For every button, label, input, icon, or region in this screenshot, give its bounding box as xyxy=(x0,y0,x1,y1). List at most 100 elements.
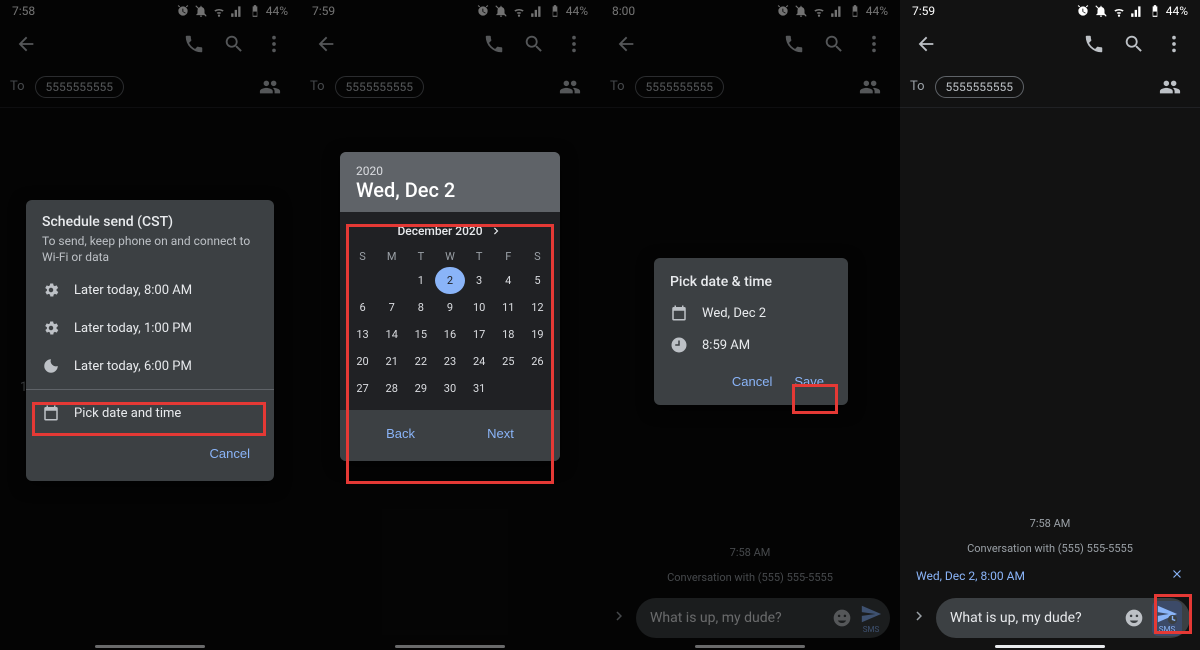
sheet-subtitle: To send, keep phone on and connect to Wi… xyxy=(42,234,258,265)
calendar-day[interactable]: 7 xyxy=(377,294,406,321)
overflow-button[interactable] xyxy=(554,24,594,64)
calendar-day[interactable]: 8 xyxy=(406,294,435,321)
time-row[interactable]: 8:59 AM xyxy=(670,336,832,354)
recipient-chip[interactable]: 5555555555 xyxy=(635,76,724,98)
calendar-day[interactable]: 2 xyxy=(435,267,464,294)
status-bar: 7:59 44% xyxy=(900,0,1200,22)
calendar-day[interactable]: 16 xyxy=(435,321,464,348)
month-header: December 2020 xyxy=(348,224,552,238)
call-button[interactable] xyxy=(474,24,514,64)
calendar-day[interactable]: 18 xyxy=(494,321,523,348)
add-recipient-button[interactable] xyxy=(250,67,290,107)
search-button[interactable] xyxy=(214,24,254,64)
call-button[interactable] xyxy=(1074,24,1114,64)
battery-pct: 44% xyxy=(266,4,288,18)
back-button[interactable]: Back xyxy=(378,420,423,447)
search-button[interactable] xyxy=(514,24,554,64)
pick-datetime-card: Pick date & time Wed, Dec 2 8:59 AM Canc… xyxy=(654,258,848,405)
calendar-day[interactable]: 6 xyxy=(348,294,377,321)
add-recipient-button[interactable] xyxy=(1150,67,1190,107)
date-row[interactable]: Wed, Dec 2 xyxy=(670,304,832,322)
to-label: To xyxy=(910,79,925,94)
next-button[interactable]: Next xyxy=(479,420,522,447)
call-button[interactable] xyxy=(174,24,214,64)
emoji-icon[interactable] xyxy=(832,608,852,628)
battery-pct: 44% xyxy=(566,4,588,18)
back-button[interactable] xyxy=(6,24,46,64)
calendar-day[interactable]: 20 xyxy=(348,348,377,375)
chevron-right-icon[interactable] xyxy=(489,224,503,238)
calendar-day[interactable]: 3 xyxy=(465,267,494,294)
add-recipient-button[interactable] xyxy=(550,67,590,107)
calendar-day[interactable]: 14 xyxy=(377,321,406,348)
calendar-day[interactable]: 21 xyxy=(377,348,406,375)
option-later-6pm[interactable]: Later today, 6:00 PM xyxy=(26,347,274,385)
option-pick-date-time[interactable]: Pick date and time xyxy=(26,394,274,432)
calendar-day[interactable]: 9 xyxy=(435,294,464,321)
recipient-chip[interactable]: 5555555555 xyxy=(335,76,424,98)
calendar-day[interactable]: 23 xyxy=(435,348,464,375)
clock: 8:00 xyxy=(612,4,635,18)
add-recipient-button[interactable] xyxy=(850,67,890,107)
back-button[interactable] xyxy=(606,24,646,64)
wifi-icon xyxy=(812,4,826,18)
search-button[interactable] xyxy=(1114,24,1154,64)
calendar-day[interactable]: 27 xyxy=(348,375,377,402)
calendar-day[interactable]: 24 xyxy=(465,348,494,375)
calendar-day[interactable]: 15 xyxy=(406,321,435,348)
calendar-day[interactable]: 13 xyxy=(348,321,377,348)
date-picker: 2020 Wed, Dec 2 December 2020 SMTWTFS123… xyxy=(340,152,560,461)
calendar-day[interactable]: 26 xyxy=(523,348,552,375)
call-button[interactable] xyxy=(774,24,814,64)
calendar-day[interactable]: 25 xyxy=(494,348,523,375)
day-header: S xyxy=(523,246,552,267)
conversation-area: 7:58 AM Conversation with (555) 555-5555… xyxy=(600,540,900,650)
calendar-day[interactable]: 5 xyxy=(523,267,552,294)
expand-icon[interactable] xyxy=(610,607,628,629)
clear-schedule-button[interactable] xyxy=(1170,567,1184,584)
search-button[interactable] xyxy=(814,24,854,64)
message-input[interactable]: What is up, my dude? SMS xyxy=(936,598,1190,638)
calendar-day[interactable]: 11 xyxy=(494,294,523,321)
send-icon xyxy=(860,603,882,625)
calendar-day xyxy=(523,375,552,402)
cancel-button[interactable]: Cancel xyxy=(202,440,258,467)
clock: 7:58 xyxy=(12,4,35,18)
recipient-chip[interactable]: 5555555555 xyxy=(35,76,124,98)
calendar-day[interactable]: 30 xyxy=(435,375,464,402)
overflow-button[interactable] xyxy=(854,24,894,64)
option-later-8am[interactable]: Later today, 8:00 AM xyxy=(26,271,274,309)
calendar-day[interactable]: 12 xyxy=(523,294,552,321)
calendar-day[interactable]: 28 xyxy=(377,375,406,402)
moon-icon xyxy=(42,357,60,375)
calendar-icon xyxy=(42,404,60,422)
calendar-day[interactable]: 1 xyxy=(406,267,435,294)
calendar-day[interactable]: 19 xyxy=(523,321,552,348)
recipient-row: To 5555555555 xyxy=(300,66,600,108)
cancel-button[interactable]: Cancel xyxy=(724,368,780,395)
option-later-1pm[interactable]: Later today, 1:00 PM xyxy=(26,309,274,347)
recipient-row: To 5555555555 xyxy=(900,66,1200,108)
back-button[interactable] xyxy=(906,24,946,64)
calendar-day[interactable]: 29 xyxy=(406,375,435,402)
gesture-bar xyxy=(995,645,1105,648)
calendar-day[interactable]: 17 xyxy=(465,321,494,348)
send-scheduled-button[interactable]: SMS xyxy=(1152,601,1182,636)
calendar-day[interactable]: 22 xyxy=(406,348,435,375)
save-button[interactable]: Save xyxy=(786,368,832,395)
to-label: To xyxy=(610,79,625,94)
message-input[interactable]: What is up, my dude? SMS xyxy=(636,598,890,638)
overflow-button[interactable] xyxy=(1154,24,1194,64)
draft-text: What is up, my dude? xyxy=(950,610,1116,626)
picker-year[interactable]: 2020 xyxy=(356,164,544,178)
expand-icon[interactable] xyxy=(910,607,928,629)
battery-icon xyxy=(248,4,262,18)
send-button[interactable]: SMS xyxy=(860,603,882,634)
calendar-day[interactable]: 10 xyxy=(465,294,494,321)
overflow-button[interactable] xyxy=(254,24,294,64)
calendar-day[interactable]: 4 xyxy=(494,267,523,294)
calendar-day[interactable]: 31 xyxy=(465,375,494,402)
recipient-chip[interactable]: 5555555555 xyxy=(935,76,1024,98)
emoji-icon[interactable] xyxy=(1124,608,1144,628)
back-button[interactable] xyxy=(306,24,346,64)
